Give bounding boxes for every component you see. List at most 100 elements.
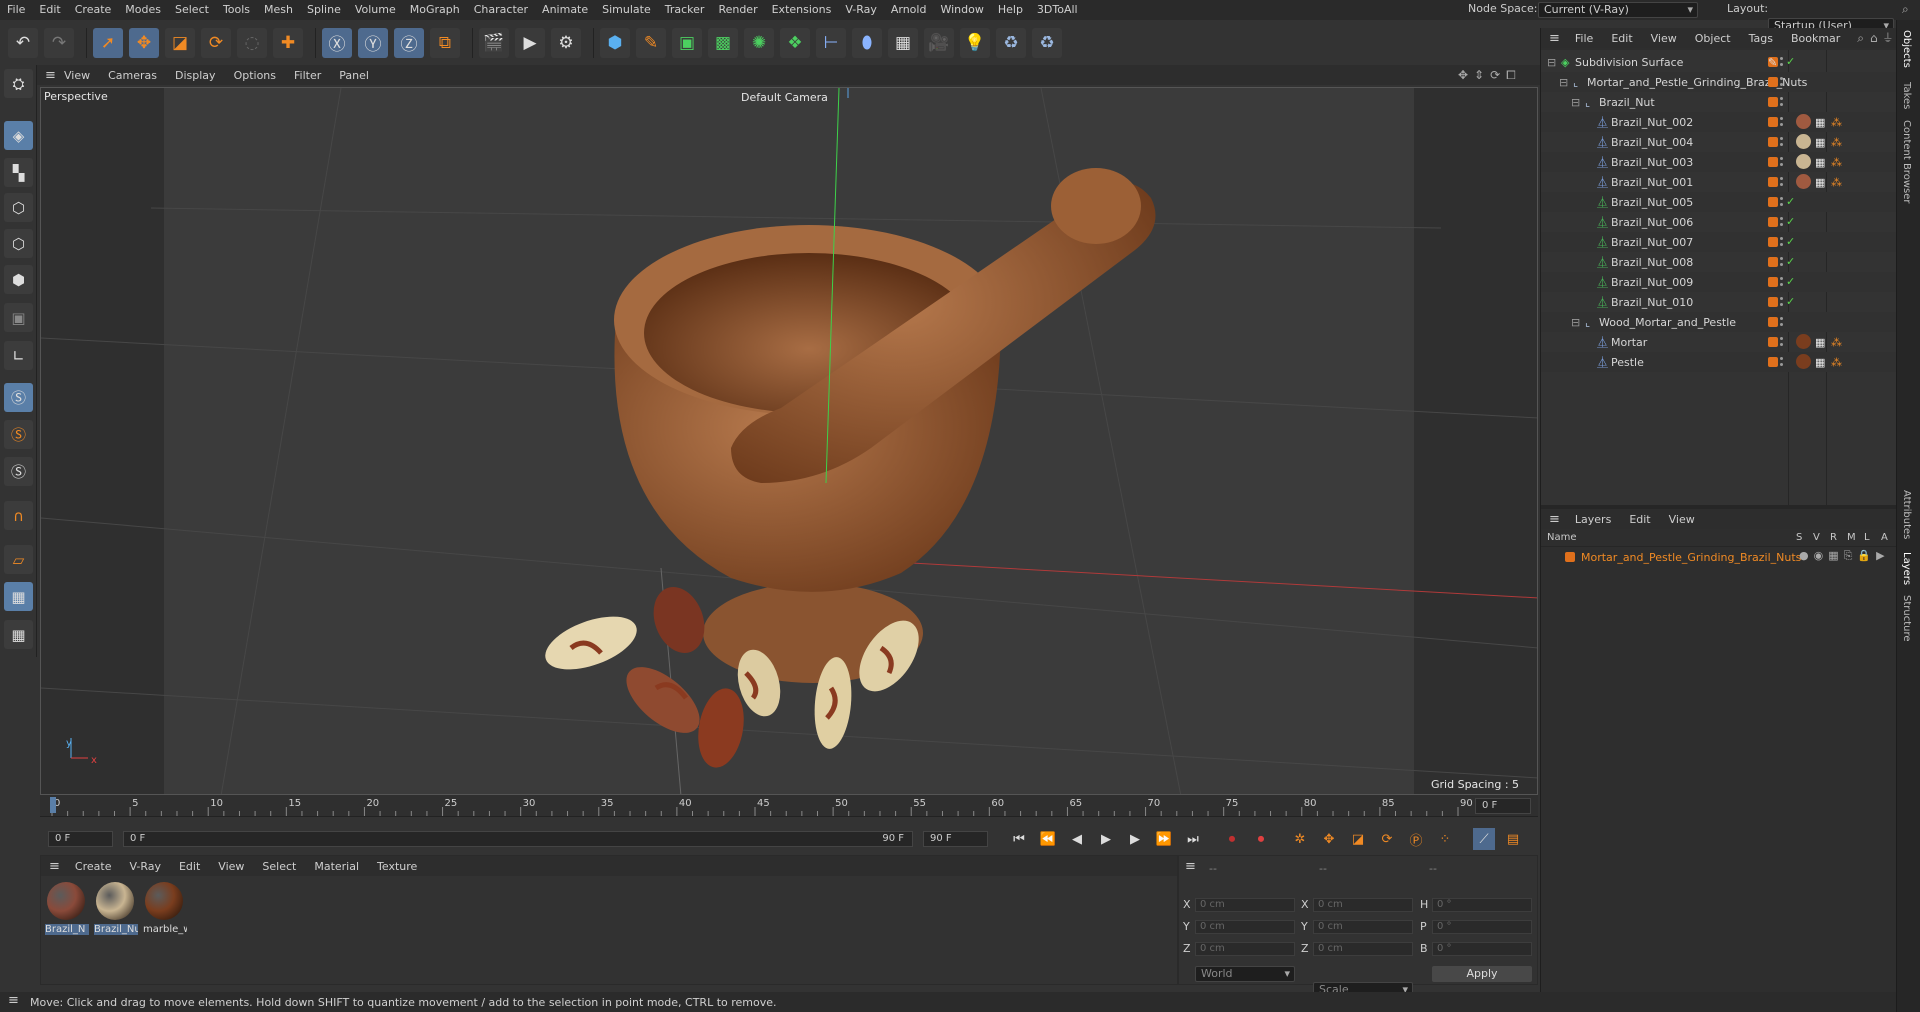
object-name[interactable]: Brazil_Nut_010 bbox=[1611, 296, 1693, 309]
extrude-icon[interactable]: ▩ bbox=[708, 27, 738, 58]
object-row[interactable]: ⊟ ◈ Subdivision Surface ✓ ✎ bbox=[1541, 52, 1897, 72]
previous-key-icon[interactable]: ⏪ bbox=[1037, 828, 1059, 850]
menu-create[interactable]: Create bbox=[68, 0, 119, 20]
magnet-icon[interactable]: ∩ bbox=[4, 501, 33, 530]
object-row[interactable]: ⏅ Brazil_Nut_002 ▦ ⁂ bbox=[1541, 112, 1897, 132]
object-name[interactable]: Brazil_Nut_006 bbox=[1611, 216, 1693, 229]
visibility-toggle[interactable] bbox=[1780, 356, 1783, 368]
render-to-picture-viewer-icon[interactable]: ▶ bbox=[515, 27, 545, 58]
layer-color-dot[interactable] bbox=[1768, 97, 1778, 107]
menu-help[interactable]: Help bbox=[991, 0, 1030, 20]
search-icon[interactable]: ⌕ bbox=[1902, 2, 1909, 17]
viewport-menu-cameras[interactable]: Cameras bbox=[99, 69, 166, 82]
menu-animate[interactable]: Animate bbox=[535, 0, 595, 20]
viewport-menu-filter[interactable]: Filter bbox=[285, 69, 330, 82]
pos-y-field[interactable]: 0 cm bbox=[1195, 920, 1295, 934]
lock-y-axis-icon[interactable]: Ⓨ bbox=[358, 27, 388, 58]
layer-color-dot[interactable] bbox=[1768, 117, 1778, 127]
expand-icon[interactable]: ⊟ bbox=[1571, 316, 1580, 329]
lock-z-axis-icon[interactable]: Ⓩ bbox=[394, 27, 424, 58]
point-level-icon[interactable]: ⁘ bbox=[1434, 828, 1456, 850]
snap-mode-icon[interactable]: Ⓢ bbox=[4, 457, 33, 486]
render-settings-icon[interactable]: ⚙ bbox=[551, 27, 581, 58]
tab-takes[interactable]: Takes bbox=[1901, 82, 1912, 109]
layer-color-dot[interactable] bbox=[1768, 77, 1778, 87]
quantize-icon[interactable]: ▦ bbox=[4, 620, 33, 649]
visibility-toggle[interactable] bbox=[1780, 136, 1783, 148]
timeline-end-field[interactable]: 0 F bbox=[1475, 798, 1531, 814]
hamburger-icon[interactable]: ≡ bbox=[49, 859, 60, 874]
material-tag-icon[interactable] bbox=[1796, 334, 1811, 349]
hamburger-icon[interactable]: ≡ bbox=[1549, 512, 1560, 527]
visibility-toggle[interactable] bbox=[1780, 96, 1783, 108]
object-name[interactable]: Brazil_Nut_009 bbox=[1611, 276, 1693, 289]
python-generator-icon[interactable]: ♻ bbox=[1032, 27, 1062, 58]
pos-x-field[interactable]: 0 cm bbox=[1195, 898, 1295, 912]
object-name[interactable]: Brazil_Nut_003 bbox=[1611, 156, 1693, 169]
object-row[interactable]: ⏅ Pestle ▦ ⁂ bbox=[1541, 352, 1897, 372]
layer-color-dot[interactable] bbox=[1768, 157, 1778, 167]
menu-volume[interactable]: Volume bbox=[348, 0, 403, 20]
dope-sheet-icon[interactable]: ▤ bbox=[1502, 828, 1524, 850]
object-name[interactable]: Brazil_Nut bbox=[1599, 96, 1655, 109]
material-swatch[interactable]: marble_w bbox=[141, 882, 187, 944]
menu-tracker[interactable]: Tracker bbox=[658, 0, 712, 20]
size-x-field[interactable]: 0 cm bbox=[1313, 898, 1413, 912]
current-frame-field[interactable]: 0 F bbox=[48, 831, 113, 847]
object-row[interactable]: ⏅ Brazil_Nut_005 ✓ bbox=[1541, 192, 1897, 212]
expand-icon[interactable]: ⊟ bbox=[1559, 76, 1568, 89]
uvw-tag-icon[interactable]: ▦ bbox=[1815, 136, 1825, 149]
go-to-end-icon[interactable]: ⏭ bbox=[1182, 828, 1204, 850]
material-tag-icon[interactable] bbox=[1796, 174, 1811, 189]
object-row[interactable]: ⏅ Brazil_Nut_001 ▦ ⁂ bbox=[1541, 172, 1897, 192]
rotation-key-icon[interactable]: ⟳ bbox=[1376, 828, 1398, 850]
viewport-menu-panel[interactable]: Panel bbox=[330, 69, 378, 82]
coordinate-system-icon[interactable]: ⧉ bbox=[430, 27, 460, 58]
menu-file[interactable]: File bbox=[0, 0, 32, 20]
timeline-window-icon[interactable]: ⟋ bbox=[1473, 828, 1495, 850]
menu-tools[interactable]: Tools bbox=[216, 0, 257, 20]
rot-h-field[interactable]: 0 ° bbox=[1432, 898, 1532, 912]
layer-color-dot[interactable] bbox=[1768, 277, 1778, 287]
layer-color-dot[interactable] bbox=[1768, 297, 1778, 307]
3d-viewport[interactable]: Perspective Default Camera y x Grid Spac… bbox=[40, 87, 1538, 795]
scale-key-icon[interactable]: ◪ bbox=[1347, 828, 1369, 850]
model-mode-icon[interactable]: ◈ bbox=[4, 121, 33, 150]
parameter-key-icon[interactable]: Ⓟ bbox=[1405, 828, 1427, 850]
polygon-mode-icon[interactable]: ⬢ bbox=[4, 265, 33, 294]
visibility-toggle[interactable] bbox=[1780, 336, 1783, 348]
object-row[interactable]: ⊟ ⌞ Brazil_Nut bbox=[1541, 92, 1897, 112]
layer-color-dot[interactable] bbox=[1768, 237, 1778, 247]
tab-attributes[interactable]: Attributes bbox=[1901, 490, 1912, 539]
workplane-icon[interactable]: ▱ bbox=[4, 545, 33, 574]
material-name[interactable]: marble_w bbox=[143, 924, 187, 935]
lock-x-axis-icon[interactable]: Ⓧ bbox=[322, 27, 352, 58]
menu-mograph[interactable]: MoGraph bbox=[403, 0, 467, 20]
object-row[interactable]: ⊟ ⌞ Mortar_and_Pestle_Grinding_Brazil_Nuts bbox=[1541, 72, 1897, 92]
selection-tag-icon[interactable]: ⁂ bbox=[1831, 136, 1842, 149]
timeline-playhead[interactable] bbox=[50, 797, 56, 813]
material-tag-icon[interactable] bbox=[1796, 354, 1811, 369]
size-y-field[interactable]: 0 cm bbox=[1313, 920, 1413, 934]
layer-color-dot[interactable] bbox=[1768, 337, 1778, 347]
python-icon[interactable]: ♻ bbox=[996, 27, 1026, 58]
pos-z-field[interactable]: 0 cm bbox=[1195, 942, 1295, 956]
scale-tool-icon[interactable]: ◪ bbox=[165, 27, 195, 58]
layer-color-swatch[interactable] bbox=[1565, 552, 1575, 562]
timeline-ruler[interactable]: 0 5 10 15 20 25 30 35 40 45 50 55 60 65 70 75 80 85 90 0 F bbox=[40, 795, 1538, 817]
selection-tag-icon[interactable]: ⁂ bbox=[1831, 356, 1842, 369]
rot-b-field[interactable]: 0 ° bbox=[1432, 942, 1532, 956]
selection-tag-icon[interactable]: ⁂ bbox=[1831, 156, 1842, 169]
layer-color-dot[interactable] bbox=[1768, 177, 1778, 187]
menu-select[interactable]: Select bbox=[168, 0, 216, 20]
hamburger-icon[interactable]: ≡ bbox=[8, 993, 19, 1008]
edge-mode-icon[interactable]: ⬡ bbox=[4, 229, 33, 258]
material-tag-icon[interactable] bbox=[1796, 114, 1811, 129]
object-name[interactable]: Subdivision Surface bbox=[1575, 56, 1683, 69]
rotate-tool-icon[interactable]: ⟳ bbox=[201, 27, 231, 58]
menu-v-ray[interactable]: V-Ray bbox=[838, 0, 884, 20]
move-tool-icon[interactable]: ✥ bbox=[129, 27, 159, 58]
selection-tag-icon[interactable]: ⁂ bbox=[1831, 176, 1842, 189]
object-name[interactable]: Brazil_Nut_005 bbox=[1611, 196, 1693, 209]
tab-content-browser[interactable]: Content Browser bbox=[1901, 120, 1912, 203]
